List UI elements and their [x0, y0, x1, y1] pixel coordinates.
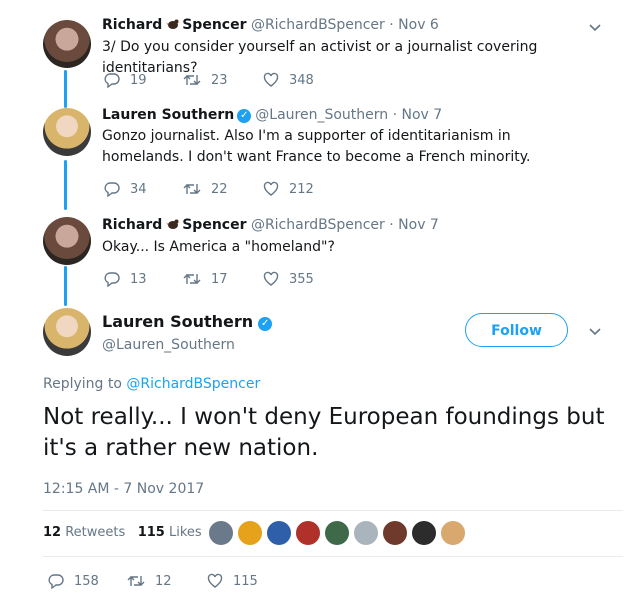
main-tweet-text: Not really... I won't deny European foun… — [43, 404, 605, 461]
author-name[interactable]: Richard — [102, 217, 162, 233]
avatar[interactable] — [43, 108, 91, 156]
separator: · — [389, 17, 394, 33]
retweet-count: 12 — [155, 574, 172, 589]
tweet-stats: 12 Retweets 115 Likes — [43, 525, 202, 540]
likes-stat-label: Likes — [168, 525, 202, 540]
retweet-button[interactable]: 17 — [183, 271, 228, 287]
reply-button[interactable]: 19 — [104, 72, 147, 89]
author-name[interactable]: Richard — [102, 17, 162, 33]
like-button[interactable]: 212 — [263, 181, 314, 197]
author-name[interactable]: Lauren Southern — [102, 107, 234, 123]
reply-count: 34 — [130, 182, 147, 197]
tweet-date[interactable]: Nov 7 — [402, 107, 443, 123]
liker-avatar[interactable] — [382, 520, 408, 546]
chevron-down-icon[interactable] — [587, 19, 603, 35]
tweet-header: Richard Spencer @RichardBSpencer · Nov 6 — [102, 17, 439, 33]
replying-to-link[interactable]: @RichardBSpencer — [126, 376, 260, 392]
reply-button[interactable]: 34 — [104, 181, 147, 198]
divider — [43, 556, 623, 557]
retweet-count: 23 — [211, 73, 228, 88]
like-icon — [263, 181, 279, 196]
liker-avatar[interactable] — [440, 520, 466, 546]
liker-avatar[interactable] — [324, 520, 350, 546]
avatar[interactable] — [43, 20, 91, 68]
avatar[interactable] — [43, 308, 91, 356]
retweet-icon — [183, 184, 201, 194]
tweet-date[interactable]: Nov 7 — [398, 217, 439, 233]
author-handle[interactable]: @Lauren_Southern — [255, 107, 388, 123]
author-name-suffix[interactable]: Spencer — [182, 217, 246, 233]
like-icon — [263, 271, 279, 286]
reply-icon — [104, 272, 120, 288]
liker-avatar[interactable] — [208, 520, 234, 546]
divider — [43, 510, 623, 511]
thread-line — [64, 160, 67, 210]
replying-prefix: Replying to — [43, 376, 122, 392]
likes-stat-count: 115 — [137, 525, 165, 540]
retweet-button[interactable]: 12 — [127, 573, 172, 589]
reply-button[interactable]: 158 — [48, 573, 99, 590]
bird-icon — [166, 19, 181, 29]
likes-stat[interactable]: 115 Likes — [138, 525, 202, 540]
tweet-text: 3/ Do you consider yourself an activist … — [102, 39, 538, 76]
tweet-timestamp[interactable]: 12:15 AM - 7 Nov 2017 — [43, 481, 204, 497]
tweet-header: Richard Spencer @RichardBSpencer · Nov 7 — [102, 217, 439, 233]
author-handle[interactable]: @RichardBSpencer — [251, 17, 385, 33]
like-icon — [207, 573, 223, 588]
retweet-count: 22 — [211, 182, 228, 197]
like-button[interactable]: 348 — [263, 72, 314, 88]
like-button[interactable]: 355 — [263, 271, 314, 287]
retweets-stat-count: 12 — [43, 525, 62, 540]
reply-icon — [104, 182, 120, 198]
liker-avatar[interactable] — [295, 520, 321, 546]
retweets-stat-label: Retweets — [65, 525, 126, 540]
author-name-suffix[interactable]: Spencer — [182, 17, 246, 33]
retweet-button[interactable]: 23 — [183, 72, 228, 88]
author-name[interactable]: Lauren Southern — [102, 312, 253, 331]
reply-count: 19 — [130, 73, 147, 88]
reply-button[interactable]: 13 — [104, 271, 147, 288]
author-handle[interactable]: @Lauren_Southern — [102, 337, 235, 353]
verified-icon: ✓ — [237, 109, 252, 123]
retweet-button[interactable]: 22 — [183, 181, 228, 197]
bird-icon — [166, 219, 181, 229]
thread-line — [64, 70, 67, 108]
chevron-down-icon[interactable] — [587, 323, 603, 339]
reply-count: 158 — [74, 574, 99, 589]
like-icon — [263, 72, 279, 87]
retweet-count: 17 — [211, 272, 228, 287]
author-handle[interactable]: @RichardBSpencer — [251, 217, 385, 233]
author-name-row: Lauren Southern ✓ — [102, 312, 276, 331]
like-count: 355 — [289, 272, 314, 287]
tweet-text: Gonzo journalist. Also I'm a supporter o… — [102, 128, 531, 165]
tweet-date[interactable]: Nov 6 — [398, 17, 439, 33]
avatar[interactable] — [43, 217, 91, 265]
like-count: 212 — [289, 182, 314, 197]
retweet-icon — [183, 274, 201, 284]
liker-avatar[interactable] — [266, 520, 292, 546]
follow-button[interactable]: Follow — [465, 313, 568, 347]
retweet-icon — [183, 75, 201, 85]
thread-line — [64, 266, 67, 306]
replying-to: Replying to @RichardBSpencer — [43, 376, 260, 392]
tweet-text: Okay... Is America a "homeland"? — [102, 239, 335, 255]
separator: · — [389, 217, 394, 233]
retweet-icon — [127, 576, 145, 586]
liker-avatar[interactable] — [353, 520, 379, 546]
liker-avatar[interactable] — [411, 520, 437, 546]
verified-icon: ✓ — [258, 317, 273, 331]
reply-icon — [48, 574, 64, 590]
reply-count: 13 — [130, 272, 147, 287]
like-count: 348 — [289, 73, 314, 88]
liker-avatar[interactable] — [237, 520, 263, 546]
reply-icon — [104, 73, 120, 89]
like-button[interactable]: 115 — [207, 573, 258, 589]
tweet-header: Lauren Southern ✓ @Lauren_Southern · Nov 7 — [102, 107, 442, 123]
retweets-stat[interactable]: 12 Retweets — [43, 525, 125, 540]
separator: · — [392, 107, 398, 123]
like-count: 115 — [233, 574, 258, 589]
